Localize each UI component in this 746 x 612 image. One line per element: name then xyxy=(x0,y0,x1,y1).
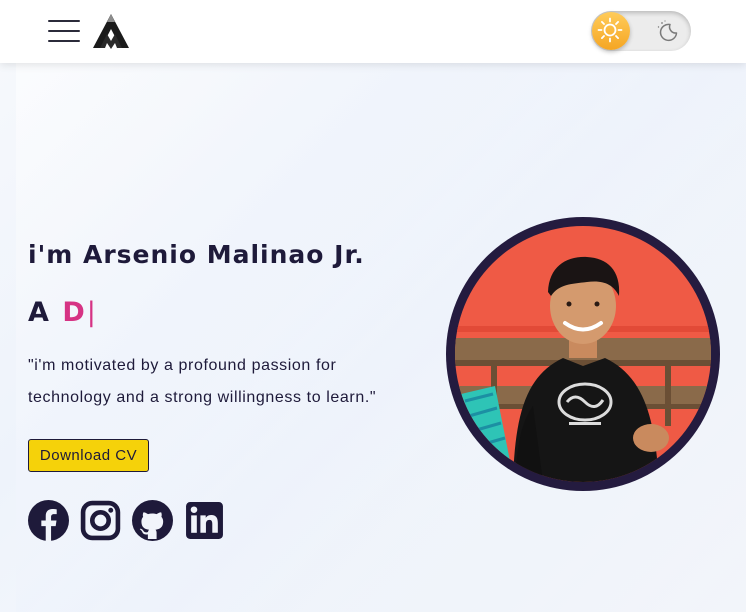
typed-cursor: | xyxy=(86,297,98,328)
logo-mountain-icon[interactable] xyxy=(91,13,131,49)
instagram-icon[interactable] xyxy=(80,500,121,541)
theme-toggle[interactable] xyxy=(591,11,691,51)
hero-greeting: i'm Arsenio Malinao Jr. xyxy=(28,240,365,269)
linkedin-icon[interactable] xyxy=(184,500,225,541)
typed-prefix: A xyxy=(28,297,51,328)
facebook-icon[interactable] xyxy=(28,500,69,541)
github-icon[interactable] xyxy=(132,500,173,541)
hamburger-icon[interactable] xyxy=(48,20,80,42)
moon-icon xyxy=(657,20,678,42)
typed-role-text: A D| xyxy=(28,297,98,328)
sun-icon xyxy=(597,17,623,43)
profile-photo xyxy=(455,226,711,482)
download-cv-button[interactable]: Download CV xyxy=(28,439,149,472)
navbar xyxy=(0,0,746,63)
profile-photo-frame xyxy=(446,217,720,491)
typed-word: D xyxy=(62,297,87,328)
hero-quote: "i'm motivated by a profound passion for… xyxy=(28,357,377,406)
